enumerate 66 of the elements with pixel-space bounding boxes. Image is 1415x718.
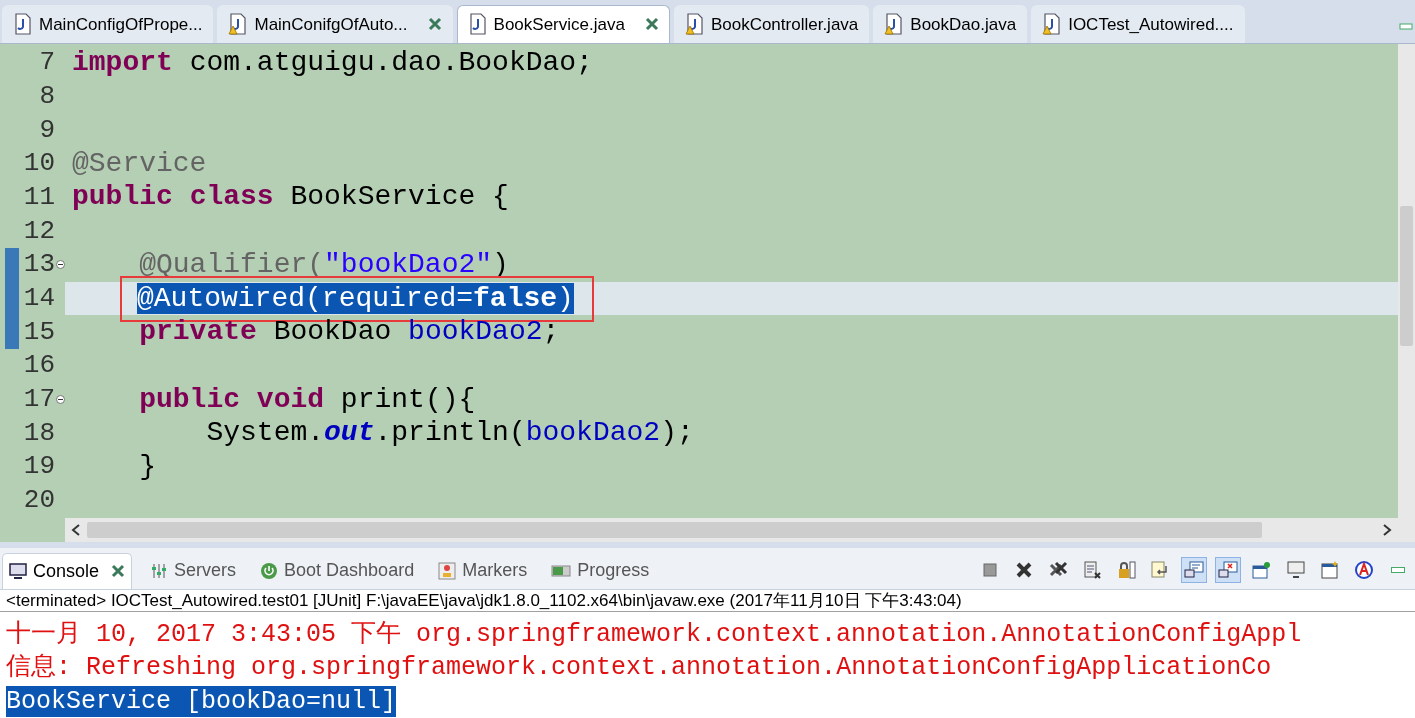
scroll-lock-icon [1116, 559, 1136, 580]
view-tab[interactable]: Console [2, 552, 133, 589]
horizontal-scrollbar[interactable] [65, 517, 1398, 542]
scrollbar-thumb[interactable] [87, 521, 1262, 538]
show-on-error-icon [1218, 559, 1238, 580]
word-wrap-icon [1150, 559, 1170, 580]
code-line: @Service [72, 148, 207, 179]
clear-console-icon [1082, 559, 1102, 580]
line-number: 20 [22, 484, 55, 518]
editor-tab[interactable]: BookService.java [456, 4, 670, 43]
fold-icon[interactable] [56, 395, 65, 405]
line-number: 8 [38, 79, 55, 113]
line-number: 17 [22, 383, 55, 417]
line-number: 10 [22, 147, 55, 181]
code-line: @Autowired(required=false) [137, 282, 574, 314]
editor-tab[interactable]: BookDao.java [873, 4, 1028, 43]
monitor-icon [9, 562, 27, 580]
pin-console-icon [1252, 559, 1272, 580]
fold-icon[interactable] [56, 260, 65, 270]
scroll-left-icon[interactable] [71, 523, 81, 536]
close-icon[interactable] [111, 564, 126, 578]
code-line: private BookDao bookDao2; [138, 317, 560, 348]
line-number: 11 [22, 181, 55, 214]
line-number: 14 [22, 282, 55, 316]
editor-tab[interactable]: IOCTest_Autowired.... [1031, 4, 1245, 43]
view-tab[interactable]: Boot Dashboard [254, 552, 421, 589]
line-number: 15 [22, 315, 55, 349]
line-number: 9 [38, 113, 55, 147]
display-console-icon [1286, 559, 1306, 580]
ant-icon [1354, 559, 1374, 580]
markers-icon [438, 561, 457, 580]
editor-tab[interactable]: BookController.java [673, 4, 870, 43]
progress-icon [551, 562, 572, 579]
show-on-output-button[interactable] [1181, 556, 1207, 583]
view-tab[interactable]: Servers [144, 552, 243, 589]
minimize-icon[interactable] [1391, 566, 1405, 573]
scrollbar-thumb[interactable] [1400, 205, 1413, 346]
close-icon[interactable] [644, 17, 659, 32]
sliders-icon [150, 561, 169, 580]
editor-tab[interactable]: MainConfigOfPrope... [2, 4, 214, 43]
code-line: public void print(){ [138, 384, 476, 415]
java-file-icon [467, 13, 488, 36]
view-tab[interactable]: Progress [545, 552, 656, 589]
view-tab[interactable]: Markers [432, 552, 534, 589]
line-number: 18 [22, 416, 55, 450]
close-icon[interactable] [427, 17, 442, 32]
console-line: 十一月 10, 2017 3:43:05 下午 org.springframework.context.annotation.AnnotationConfigAppl [6, 618, 1302, 650]
console-line: 信息: Refreshing org.springframework.context.annotation.AnnotationConfigApplicationCo [6, 652, 1272, 684]
open-console-icon [1320, 559, 1340, 580]
show-on-error-button[interactable] [1215, 556, 1241, 583]
code-line: public class BookService { [72, 182, 509, 213]
line-number: 19 [22, 450, 55, 484]
process-status: <terminated> IOCTest_Autowired.test01 [JUnit] F:\javaEE\java\jdk1.8.0_1102.x64\bin\javaw.exe (2017年11月10日 下午3:43:04) [0, 589, 1415, 612]
java-file-icon [13, 13, 33, 36]
vertical-scrollbar[interactable] [1398, 43, 1415, 542]
code-line: import com.atguigu.dao.BookDao; [72, 47, 593, 78]
line-number: 16 [22, 349, 55, 383]
editor-tab[interactable]: MainConifgOfAuto... [217, 4, 453, 43]
scroll-right-icon[interactable] [1382, 523, 1392, 536]
power-icon [260, 561, 279, 580]
line-number: 7 [38, 46, 55, 80]
show-on-output-icon [1184, 559, 1204, 580]
line-number: 13 [22, 248, 55, 282]
line-number: 12 [22, 214, 55, 248]
code-line: System.out.println(bookDao2); [205, 418, 694, 449]
code-line: } [138, 452, 156, 482]
